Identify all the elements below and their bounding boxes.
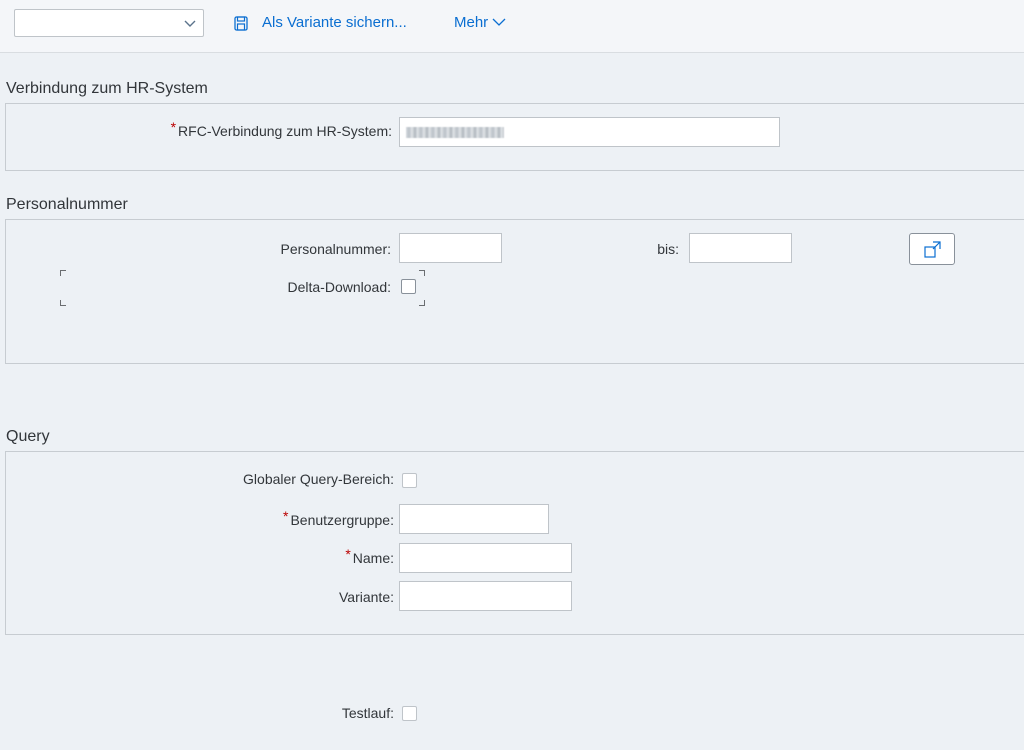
multiple-selection-icon (924, 241, 941, 258)
toolbar: Als Variante sichern... Mehr (0, 0, 1024, 53)
required-indicator: * (170, 119, 177, 135)
rfc-connection-value-redacted (406, 127, 504, 138)
rfc-connection-label: * RFC-Verbindung zum HR-System: (171, 119, 392, 139)
query-variant-input[interactable] (399, 581, 572, 611)
query-name-input[interactable] (399, 543, 572, 573)
personnel-number-from-input[interactable] (399, 233, 502, 263)
personnel-number-to-label: bis: (657, 241, 679, 257)
rfc-connection-input[interactable] (399, 117, 780, 147)
chevron-down-icon (492, 18, 506, 26)
focus-frame-corner (60, 300, 66, 306)
personnel-number-label: Personalnummer: (280, 241, 392, 257)
section-title-hr-connection: Verbindung zum HR-System (6, 80, 208, 97)
query-name-label: * Name: (345, 546, 394, 566)
section-title-query: Query (6, 428, 50, 445)
user-group-label-text: Benutzergruppe: (290, 512, 394, 528)
save-icon[interactable] (234, 16, 248, 31)
query-variant-label: Variante: (339, 589, 394, 605)
delta-download-checkbox[interactable] (401, 279, 416, 294)
focus-frame-corner (419, 300, 425, 306)
test-run-checkbox[interactable] (402, 706, 417, 721)
more-menu-button[interactable]: Mehr (454, 14, 506, 32)
global-query-area-checkbox[interactable] (402, 473, 417, 488)
user-group-input[interactable] (399, 504, 549, 534)
more-menu-label: Mehr (454, 14, 489, 31)
required-indicator: * (345, 546, 351, 562)
user-group-label: * Benutzergruppe: (283, 508, 394, 528)
query-name-label-text: Name: (352, 550, 394, 566)
save-as-variant-button[interactable]: Als Variante sichern... (262, 14, 407, 32)
rfc-connection-label-text: RFC-Verbindung zum HR-System: (178, 123, 392, 139)
focus-frame-corner (419, 270, 425, 276)
group-box-personnel-number (5, 219, 1024, 364)
focus-frame-corner (60, 270, 66, 276)
required-indicator: * (283, 508, 289, 524)
chevron-down-icon[interactable] (183, 16, 197, 30)
delta-download-label: Delta-Download: (287, 279, 392, 295)
variant-select[interactable] (14, 9, 204, 37)
multiple-selection-button[interactable] (909, 233, 955, 265)
section-title-personnel-number: Personalnummer (6, 196, 128, 213)
global-query-area-label: Globaler Query-Bereich: (243, 471, 394, 487)
personnel-number-to-input[interactable] (689, 233, 792, 263)
test-run-label: Testlauf: (341, 705, 394, 721)
